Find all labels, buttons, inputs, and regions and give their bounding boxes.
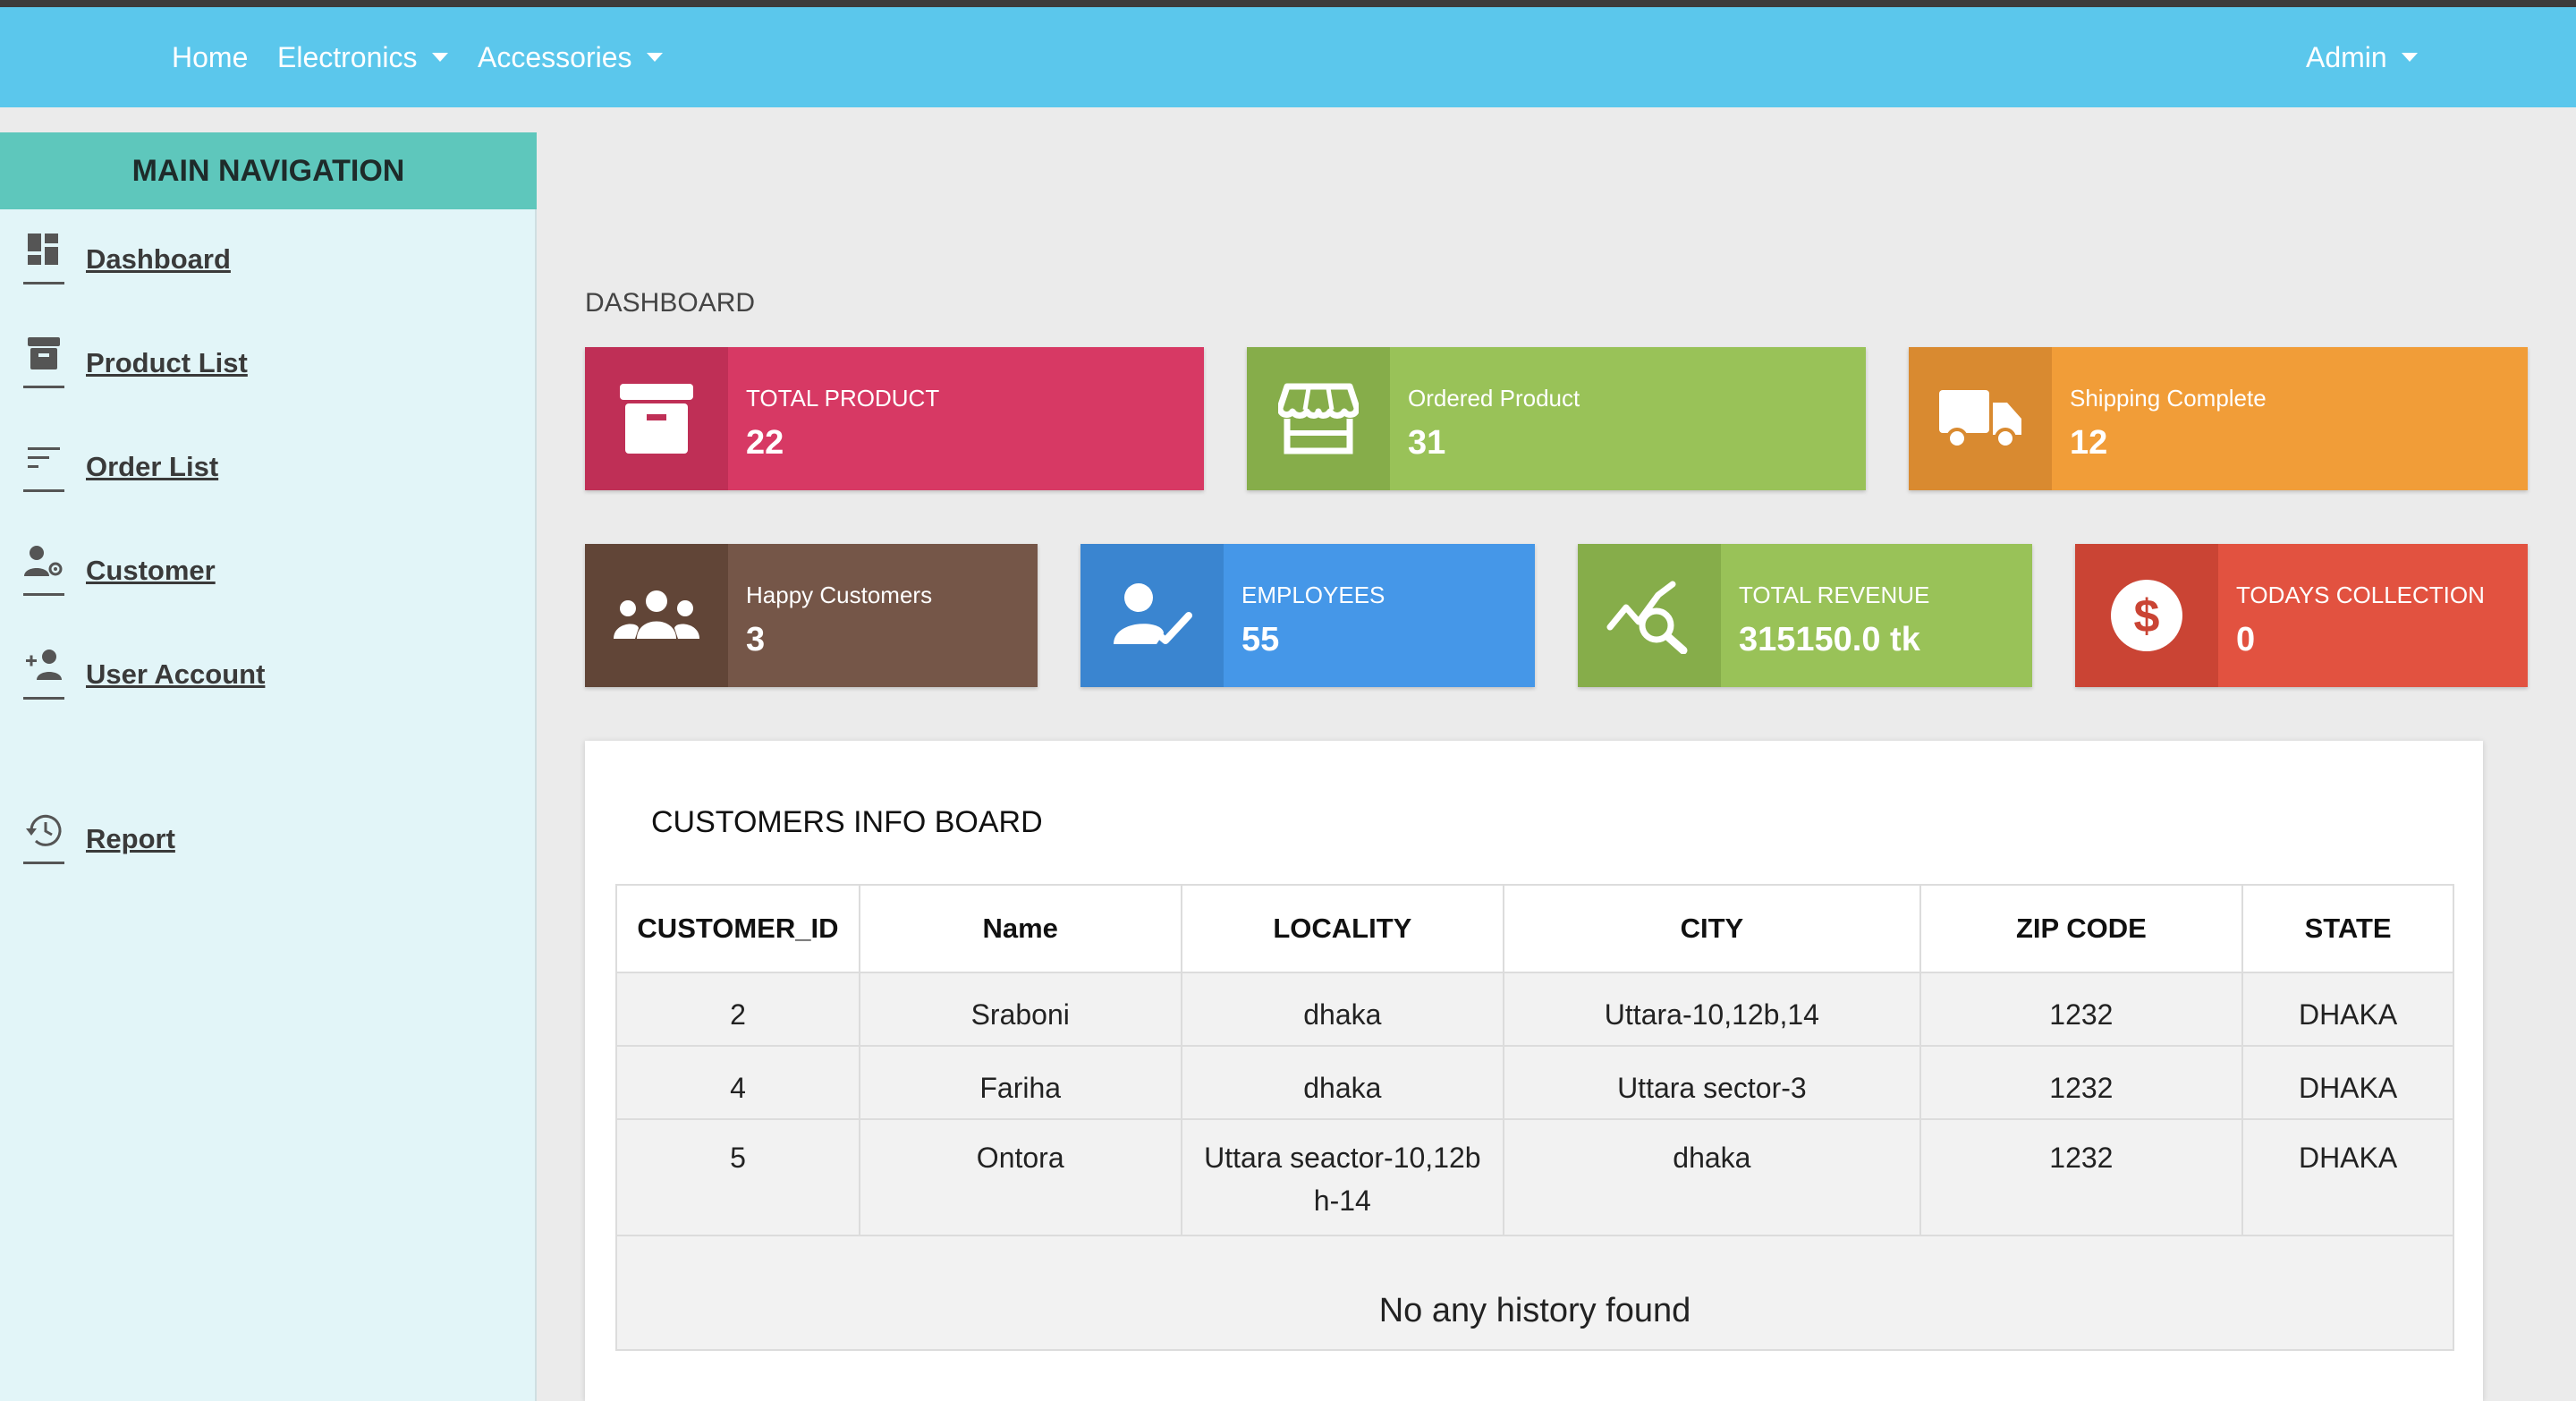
caret-down-icon [2401, 52, 2418, 62]
table-cell: Uttara sector-3 [1503, 1045, 1921, 1119]
table-cell: Ontora [858, 1118, 1182, 1235]
nav-accessories-dropdown[interactable]: Accessories [478, 7, 663, 107]
column-header: STATE [2241, 884, 2454, 973]
card-label: Happy Customers [746, 582, 933, 608]
sidebar-item-order-list[interactable]: Order List [21, 440, 218, 494]
table-cell: 2 [615, 972, 860, 1046]
dashboard-icon [21, 233, 66, 286]
card-label: TOTAL PRODUCT [746, 385, 940, 412]
admin-user-dropdown[interactable]: Admin [2306, 7, 2418, 107]
card-todays-collection[interactable]: $ TODAYS COLLECTION 0 [2075, 544, 2528, 687]
archive-icon [21, 336, 66, 390]
table-header-row: CUSTOMER_ID Name LOCALITY CITY ZIP CODE … [615, 884, 2454, 973]
table-cell: 5 [615, 1118, 860, 1235]
nav-electronics-dropdown[interactable]: Electronics [277, 7, 448, 107]
table-cell: dhaka [1503, 1118, 1921, 1235]
card-value: 22 [746, 424, 784, 462]
sidebar: MAIN NAVIGATION Dashboard Product List O… [0, 132, 537, 1401]
sidebar-item-user-account[interactable]: User Account [21, 648, 265, 701]
card-label: Ordered Product [1408, 385, 1580, 412]
dollar-coin-icon: $ [2075, 544, 2218, 687]
nav-home-label: Home [172, 41, 249, 73]
nav-accessories-label: Accessories [478, 41, 632, 73]
empty-history-message: No any history found [615, 1235, 2454, 1351]
table-cell: 1232 [1919, 1045, 2244, 1119]
card-value: 55 [1241, 621, 1280, 658]
svg-text:$: $ [2134, 590, 2160, 642]
table-cell: 1232 [1919, 972, 2244, 1046]
sidebar-item-label: Product List [86, 347, 248, 378]
card-label: Shipping Complete [2070, 385, 2267, 412]
page-title: DASHBOARD [585, 288, 756, 318]
sidebar-item-dashboard[interactable]: Dashboard [21, 233, 231, 286]
card-value: 12 [2070, 424, 2108, 462]
admin-user-label: Admin [2306, 41, 2387, 73]
table-cell: DHAKA [2241, 1118, 2454, 1235]
chart-search-icon [1578, 544, 1721, 687]
card-employees[interactable]: EMPLOYEES 55 [1080, 544, 1535, 687]
column-header: CUSTOMER_ID [615, 884, 860, 973]
card-value: 3 [746, 621, 766, 658]
archive-box-icon [585, 347, 728, 490]
table-row-empty: No any history found [615, 1235, 2454, 1351]
card-happy-customers[interactable]: Happy Customers 3 [585, 544, 1038, 687]
table-cell: dhaka [1180, 1045, 1505, 1119]
card-label: TOTAL REVENUE [1739, 582, 1930, 608]
table-cell: dhaka [1180, 972, 1505, 1046]
column-header: CITY [1503, 884, 1921, 973]
truck-icon [1909, 347, 2052, 490]
add-user-icon [21, 648, 66, 701]
column-header: ZIP CODE [1919, 884, 2244, 973]
card-label: EMPLOYEES [1241, 582, 1385, 608]
sidebar-item-label: Order List [86, 451, 219, 482]
table-cell: Uttara-10,12b,14 [1503, 972, 1921, 1046]
card-total-product[interactable]: TOTAL PRODUCT 22 [585, 347, 1204, 490]
user-check-icon [1080, 544, 1224, 687]
caret-down-icon [431, 52, 448, 62]
card-value: 315150.0 tk [1739, 621, 1920, 658]
column-header: Name [858, 884, 1182, 973]
customers-info-panel: CUSTOMERS INFO BOARD CUSTOMER_ID Name LO… [585, 741, 2483, 1401]
sidebar-item-label: Customer [86, 555, 216, 586]
card-shipping-complete[interactable]: Shipping Complete 12 [1909, 347, 2528, 490]
user-settings-icon [21, 544, 66, 598]
card-total-revenue[interactable]: TOTAL REVENUE 315150.0 tk [1578, 544, 2032, 687]
table-cell: DHAKA [2241, 972, 2454, 1046]
top-navbar: Home Electronics Accessories Admin [0, 7, 2576, 107]
history-icon [21, 812, 66, 866]
sidebar-item-label: User Account [86, 658, 266, 690]
column-header: LOCALITY [1180, 884, 1505, 973]
sidebar-item-label: Report [86, 823, 175, 854]
top-border [0, 0, 2576, 7]
caret-down-icon [646, 52, 663, 62]
customers-panel-title: CUSTOMERS INFO BOARD [651, 805, 1043, 839]
sidebar-item-label: Dashboard [86, 243, 231, 275]
table-cell: DHAKA [2241, 1045, 2454, 1119]
table-row: 5 Ontora Uttara seactor-10,12b h-14 dhak… [615, 1118, 2454, 1235]
card-value: 0 [2236, 621, 2256, 658]
table-row: 4 Fariha dhaka Uttara sector-3 1232 DHAK… [615, 1045, 2454, 1119]
customers-table: CUSTOMER_ID Name LOCALITY CITY ZIP CODE … [615, 884, 2454, 1351]
nav-home-link[interactable]: Home [172, 7, 248, 107]
card-ordered-product[interactable]: Ordered Product 31 [1247, 347, 1866, 490]
nav-electronics-label: Electronics [277, 41, 418, 73]
card-label: TODAYS COLLECTION [2236, 582, 2485, 608]
sidebar-title: MAIN NAVIGATION [0, 132, 537, 209]
table-cell: Uttara seactor-10,12b h-14 [1180, 1118, 1505, 1235]
table-cell: Sraboni [858, 972, 1182, 1046]
card-value: 31 [1408, 424, 1446, 462]
table-cell: Fariha [858, 1045, 1182, 1119]
sidebar-item-report[interactable]: Report [21, 812, 175, 866]
sort-lines-icon [21, 440, 66, 494]
storefront-icon [1247, 347, 1390, 490]
table-cell: 4 [615, 1045, 860, 1119]
sidebar-item-product-list[interactable]: Product List [21, 336, 248, 390]
users-group-icon [585, 544, 728, 687]
table-cell: 1232 [1919, 1118, 2244, 1235]
table-row: 2 Sraboni dhaka Uttara-10,12b,14 1232 DH… [615, 972, 2454, 1046]
sidebar-item-customer[interactable]: Customer [21, 544, 216, 598]
